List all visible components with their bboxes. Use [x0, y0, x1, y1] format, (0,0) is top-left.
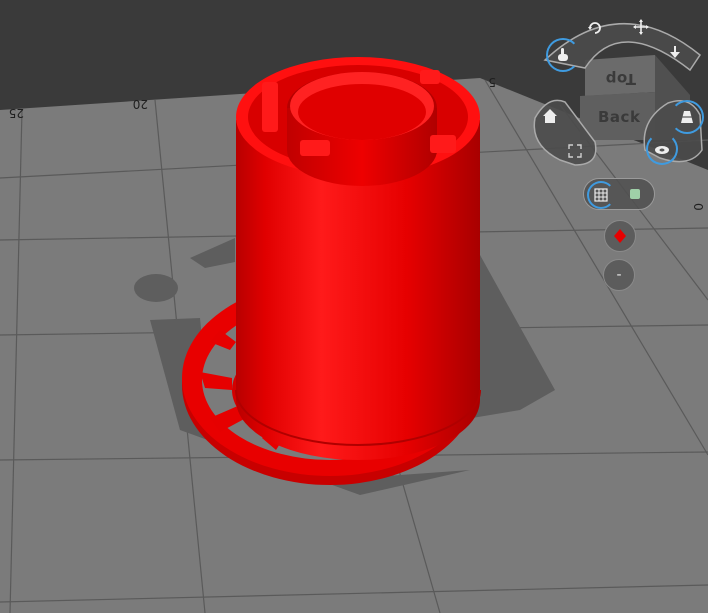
down-button[interactable] — [663, 40, 687, 64]
view-cube-top-label[interactable]: Top — [605, 70, 636, 88]
scene-canvas[interactable]: 25 20 5 0 Top Back — [0, 0, 708, 613]
view-mode-pill — [583, 178, 655, 210]
ruler-label-20: 20 — [133, 97, 148, 111]
grid-icon — [594, 188, 608, 202]
hand-pointer-button[interactable] — [546, 38, 580, 72]
hand-pointer-icon — [558, 48, 568, 61]
orthographic-icon — [655, 146, 669, 154]
red-diamond-icon — [614, 229, 626, 243]
ruler-label-25: 25 — [9, 106, 24, 120]
solid-cube-icon — [630, 189, 640, 199]
spool-cylinder — [235, 57, 481, 460]
3d-viewport[interactable]: 25 20 5 0 Top Back - — [0, 0, 708, 613]
perspective-icon — [681, 111, 693, 123]
ruler-label-0: 0 — [691, 203, 705, 211]
fit-button[interactable] — [564, 140, 586, 162]
orthographic-button[interactable] — [646, 133, 678, 165]
arrow-down-icon — [670, 46, 680, 58]
home-button[interactable] — [537, 103, 563, 129]
home-icon — [543, 109, 557, 123]
zoom-out-label: - — [616, 267, 622, 283]
rotate-icon — [588, 22, 601, 34]
solid-view-button[interactable] — [624, 183, 646, 205]
view-cube-back-label[interactable]: Back — [598, 108, 641, 126]
rotate-button[interactable] — [584, 17, 606, 39]
zoom-out-button[interactable]: - — [603, 259, 635, 291]
pan-move-icon — [633, 19, 649, 35]
perspective-button[interactable] — [670, 100, 704, 134]
pan-button[interactable] — [630, 16, 652, 38]
object-color-button[interactable] — [604, 220, 636, 252]
grid-view-button[interactable] — [587, 181, 615, 209]
ruler-label-5: 5 — [488, 75, 496, 89]
fit-to-screen-icon — [568, 144, 582, 158]
